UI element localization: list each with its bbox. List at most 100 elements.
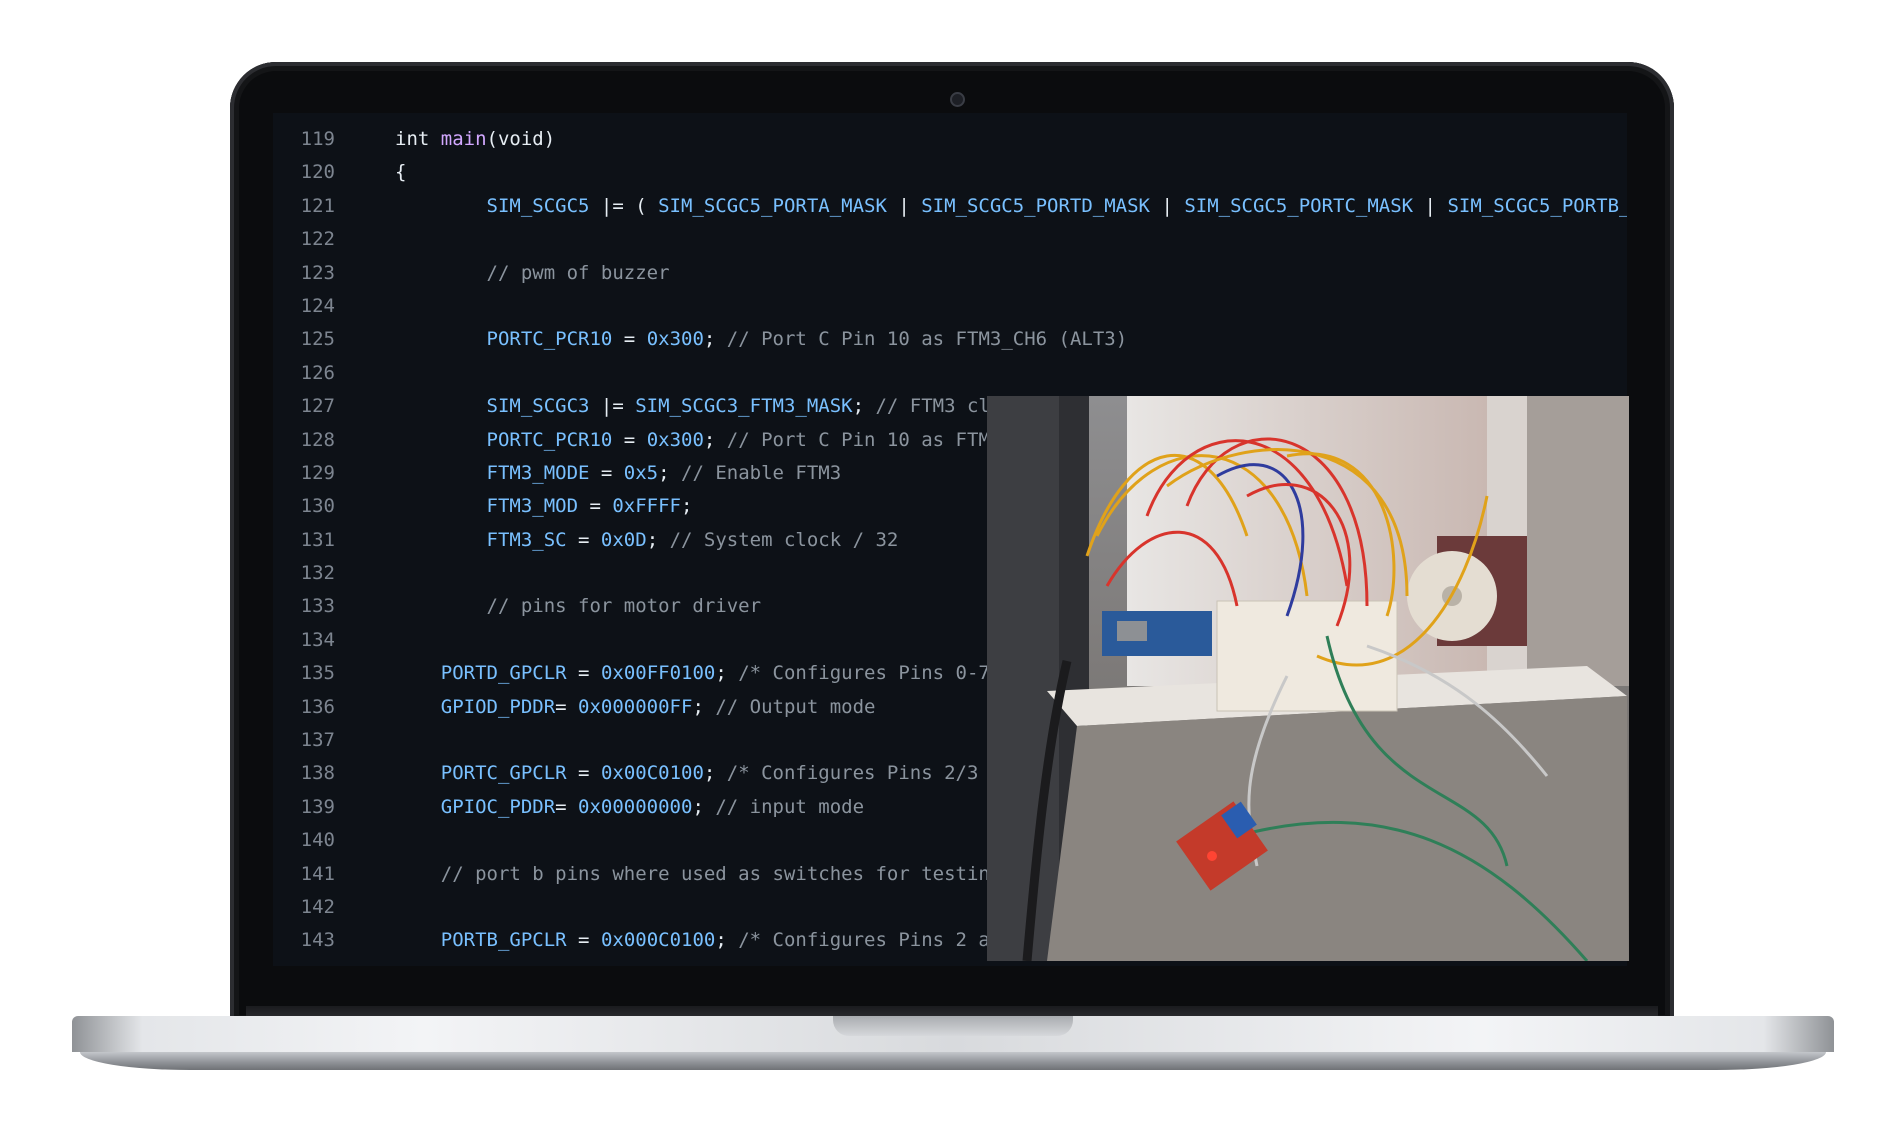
code-token: FTM3_MODE <box>486 461 590 484</box>
code-token: GPIOD_PDDR <box>440 695 556 718</box>
code-line: 124 <box>273 290 1627 323</box>
code-text: PORTC_PCR10 = 0x300; // Port C Pin 10 as… <box>395 323 1128 356</box>
line-number: 120 <box>300 161 335 184</box>
line-number: 136 <box>300 695 335 718</box>
code-token: = <box>566 528 601 551</box>
code-token: // Output mode <box>715 695 876 718</box>
code-token: 0x300 <box>646 328 704 351</box>
line-number: 133 <box>300 595 335 618</box>
line-number: 122 <box>300 228 335 251</box>
code-token: PORTD_GPCLR <box>440 662 567 685</box>
code-token: = <box>566 762 601 785</box>
line-number: 137 <box>300 729 335 752</box>
code-token: // Port C Pin 10 as FTM3_CH6 (ALT3) <box>726 328 1128 351</box>
line-number: 140 <box>300 829 335 852</box>
line-number: 132 <box>300 562 335 585</box>
line-number: 127 <box>300 395 335 418</box>
code-text: GPIOD_PDDR= 0x000000FF; // Output mode <box>395 691 876 724</box>
code-token: 0x00FF0100 <box>600 662 716 685</box>
line-number: 119 <box>300 128 335 150</box>
code-line: 123 // pwm of buzzer <box>273 257 1627 290</box>
code-token: (void) <box>486 128 556 150</box>
code-token: int <box>395 128 441 150</box>
code-token: = <box>612 428 647 451</box>
code-token: ; <box>703 762 727 785</box>
code-token: ; <box>715 929 739 952</box>
line-number: 139 <box>300 795 335 818</box>
code-token: PORTB_GPCLR <box>440 929 567 952</box>
code-token: |= ( <box>589 194 659 217</box>
code-token: = <box>555 795 579 818</box>
code-token: 0x5 <box>623 461 659 484</box>
code-line: 126 <box>273 357 1627 390</box>
code-text: SIM_SCGC5 |= ( SIM_SCGC5_PORTA_MASK | SI… <box>395 190 1627 223</box>
code-token: 0x00000000 <box>578 795 693 818</box>
code-token: PORTC_PCR10 <box>486 428 613 451</box>
code-text: GPIOC_PDDR= 0x00000000; // input mode <box>395 791 864 824</box>
code-token: SIM_SCGC5 <box>486 194 590 217</box>
code-token: // input mode <box>715 795 865 818</box>
laptop-base-lip <box>80 1052 1826 1070</box>
line-number: 134 <box>300 628 335 651</box>
code-text: // pins for motor driver <box>395 590 762 623</box>
code-token: ; <box>703 428 727 451</box>
line-number: 143 <box>300 929 335 952</box>
code-token: = <box>589 461 624 484</box>
code-text: { <box>395 156 406 189</box>
code-line: 120 { <box>273 156 1627 189</box>
code-token: = <box>578 495 613 518</box>
code-token: | <box>1150 194 1185 217</box>
webcam-icon <box>950 92 965 107</box>
code-token: |= <box>589 395 636 418</box>
laptop-opening-notch <box>833 1016 1073 1036</box>
line-number: 138 <box>300 762 335 785</box>
code-token: SIM_SCGC3 <box>486 395 590 418</box>
code-token: SIM_SCGC5_PORTB_MASK <box>1447 194 1627 217</box>
code-token: ; <box>715 662 739 685</box>
hardware-photo <box>987 396 1629 961</box>
code-line: 119 int main(void) <box>273 123 1627 156</box>
code-token: SIM_SCGC5_PORTD_MASK <box>921 194 1150 217</box>
code-token: { <box>395 161 407 184</box>
code-token: ; <box>703 328 727 351</box>
code-token: = <box>566 662 601 685</box>
code-token: // pins for motor driver <box>486 595 762 618</box>
code-text: int main(void) <box>395 123 555 156</box>
code-token: 0x000000FF <box>578 695 693 718</box>
line-number: 121 <box>300 194 335 217</box>
code-token: // Enable FTM3 <box>681 461 842 484</box>
code-token: SIM_SCGC5_PORTA_MASK <box>658 194 887 217</box>
line-number: 125 <box>300 328 335 351</box>
code-token: // port b pins where used as switches fo… <box>440 862 1002 885</box>
code-token: | <box>886 194 922 217</box>
code-token: = <box>612 328 647 351</box>
code-token: = <box>555 695 579 718</box>
code-token: ; <box>852 395 876 418</box>
code-token: 0xFFFF <box>612 495 681 518</box>
code-token: 0x00C0100 <box>600 762 704 785</box>
code-token: ; <box>646 528 670 551</box>
code-line: 122 <box>273 223 1627 256</box>
code-token: SIM_SCGC3_FTM3_MASK <box>635 395 853 418</box>
code-token: PORTC_PCR10 <box>486 328 613 351</box>
line-number: 124 <box>300 294 335 317</box>
line-number: 131 <box>300 528 335 551</box>
code-text: FTM3_MODE = 0x5; // Enable FTM3 <box>395 457 842 490</box>
code-token: ; <box>692 795 716 818</box>
code-token: ; <box>658 461 682 484</box>
laptop-mockup: 119 int main(void) 120 {121 SIM_SCGC5 |= ( … <box>0 0 1895 1139</box>
code-text: FTM3_MOD = 0xFFFF; <box>395 490 693 523</box>
code-token: | <box>1413 194 1448 217</box>
